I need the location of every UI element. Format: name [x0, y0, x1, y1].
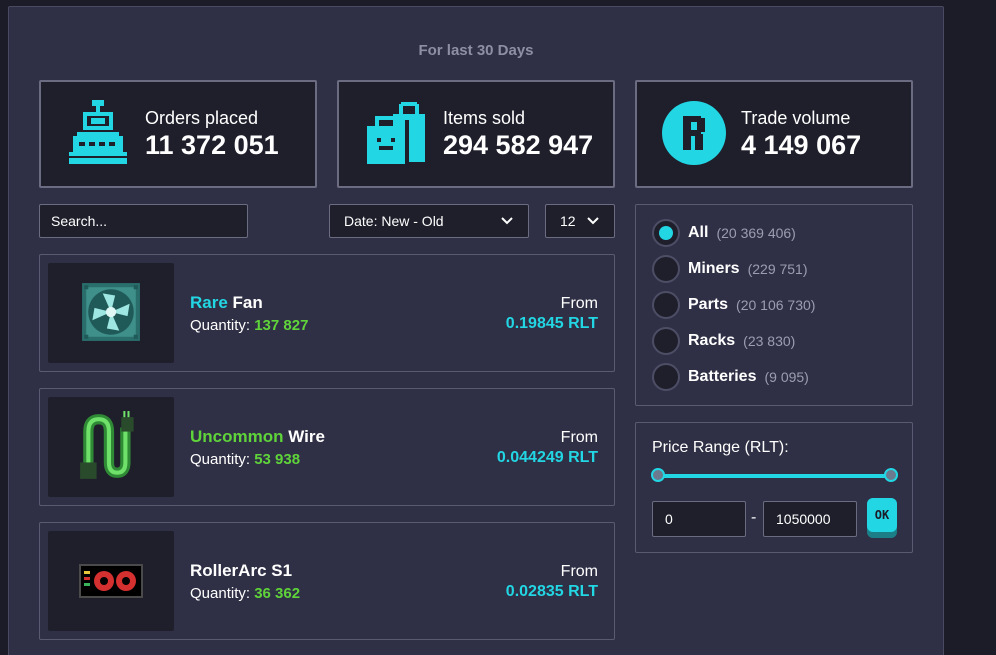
market-panel: For last 30 Days Orders placed 11 372 05… — [8, 6, 944, 655]
range-separator: - — [751, 509, 757, 526]
quantity-value: 137 827 — [254, 317, 309, 334]
price-value: 0.02835 RLT — [505, 583, 598, 600]
category-label: Racks — [688, 332, 736, 349]
price-slider-max-handle[interactable] — [884, 468, 898, 482]
item-thumbnail — [48, 531, 174, 631]
radio-button[interactable] — [652, 363, 680, 391]
category-label: All — [688, 224, 709, 241]
category-count: (229 751) — [747, 261, 808, 277]
price-range-filter: Price Range (RLT): - OK — [635, 422, 913, 553]
radio-button[interactable] — [652, 327, 680, 355]
category-count: (20 369 406) — [716, 225, 796, 241]
price-max-input[interactable] — [763, 501, 857, 537]
item-quantity: Quantity: 53 938 — [190, 451, 325, 468]
item-info: Uncommon Wire Quantity: 53 938 — [190, 427, 325, 468]
category-count: (9 095) — [764, 369, 809, 385]
price-slider-track[interactable] — [658, 474, 892, 478]
stat-value: 11 372 051 — [145, 130, 279, 160]
price-slider-min-handle[interactable] — [651, 468, 665, 482]
quantity-value: 36 362 — [254, 585, 301, 602]
category-racks[interactable]: Racks (23 830) — [652, 327, 795, 355]
price-range-title: Price Range (RLT): — [652, 439, 789, 456]
item-price: From 0.02835 RLT — [506, 563, 598, 601]
price-min-input[interactable] — [652, 501, 746, 537]
period-label: For last 30 Days — [418, 42, 534, 59]
radio-button[interactable] — [652, 219, 680, 247]
chevron-down-icon — [587, 217, 599, 225]
quantity-label: Quantity: — [190, 451, 251, 468]
category-miners[interactable]: Miners (229 751) — [652, 255, 808, 283]
radio-button[interactable] — [652, 291, 680, 319]
shopping-bag-icon — [367, 102, 425, 164]
item-info: Rare Fan Quantity: 137 827 — [190, 293, 308, 334]
per-page-select[interactable]: 12 — [545, 204, 615, 238]
category-count: (20 106 730) — [736, 297, 816, 313]
item-rarity: Uncommon — [190, 427, 284, 446]
sort-select-value: Date: New - Old — [344, 213, 444, 229]
item-thumbnail — [48, 263, 174, 363]
item-name: Uncommon Wire — [190, 427, 325, 447]
stat-label: Items sold — [443, 108, 526, 128]
stat-value: 294 582 947 — [443, 130, 594, 160]
item-title: Fan — [232, 293, 263, 312]
from-label: From — [560, 295, 598, 312]
item-price: From 0.19845 RLT — [506, 295, 598, 333]
ok-button-label: OK — [867, 498, 897, 532]
graphics-card-icon — [79, 564, 143, 598]
item-card[interactable]: Uncommon Wire Quantity: 53 938 From 0.04… — [39, 388, 615, 506]
category-batteries[interactable]: Batteries (9 095) — [652, 363, 809, 391]
stat-text: Items sold 294 582 947 — [443, 108, 593, 161]
stat-items-sold: Items sold 294 582 947 — [337, 80, 615, 188]
stat-label: Orders placed — [145, 108, 259, 128]
quantity-label: Quantity: — [190, 585, 251, 602]
rlt-coin-icon — [662, 101, 726, 165]
item-quantity: Quantity: 137 827 — [190, 317, 308, 334]
item-quantity: Quantity: 36 362 — [190, 585, 300, 602]
category-filter: All (20 369 406) Miners (229 751) Parts … — [635, 204, 913, 406]
per-page-value: 12 — [560, 213, 576, 229]
stat-label: Trade volume — [741, 108, 851, 128]
stat-text: Trade volume 4 149 067 — [741, 108, 861, 161]
item-title: Wire — [288, 427, 325, 446]
chevron-down-icon — [501, 217, 513, 225]
category-count: (23 830) — [743, 333, 796, 349]
stat-value: 4 149 067 — [741, 130, 862, 160]
search-input[interactable] — [39, 204, 248, 238]
item-info: RollerArc S1 Quantity: 36 362 — [190, 561, 300, 602]
item-thumbnail — [48, 397, 174, 497]
stat-orders-placed: Orders placed 11 372 051 — [39, 80, 317, 188]
wire-icon — [80, 411, 134, 479]
item-price: From 0.044249 RLT — [497, 429, 598, 467]
category-label: Parts — [688, 296, 729, 313]
cash-register-icon — [69, 100, 127, 164]
stat-text: Orders placed 11 372 051 — [145, 108, 279, 161]
price-value: 0.19845 RLT — [505, 315, 598, 332]
stat-trade-volume: Trade volume 4 149 067 — [635, 80, 913, 188]
item-card[interactable]: Rare Fan Quantity: 137 827 From 0.19845 … — [39, 254, 615, 372]
price-value: 0.044249 RLT — [496, 449, 598, 466]
category-parts[interactable]: Parts (20 106 730) — [652, 291, 815, 319]
item-name: RollerArc S1 — [190, 561, 300, 581]
ok-button[interactable]: OK — [867, 498, 897, 538]
item-card[interactable]: RollerArc S1 Quantity: 36 362 From 0.028… — [39, 522, 615, 640]
item-name: Rare Fan — [190, 293, 308, 313]
category-all[interactable]: All (20 369 406) — [652, 219, 796, 247]
radio-button[interactable] — [652, 255, 680, 283]
category-label: Batteries — [688, 368, 757, 385]
from-label: From — [560, 563, 598, 580]
category-label: Miners — [688, 260, 740, 277]
quantity-value: 53 938 — [254, 451, 301, 468]
from-label: From — [560, 429, 598, 446]
item-title: RollerArc S1 — [190, 561, 293, 580]
quantity-label: Quantity: — [190, 317, 251, 334]
fan-icon — [82, 283, 140, 341]
sort-select[interactable]: Date: New - Old — [329, 204, 529, 238]
item-rarity: Rare — [190, 293, 228, 312]
